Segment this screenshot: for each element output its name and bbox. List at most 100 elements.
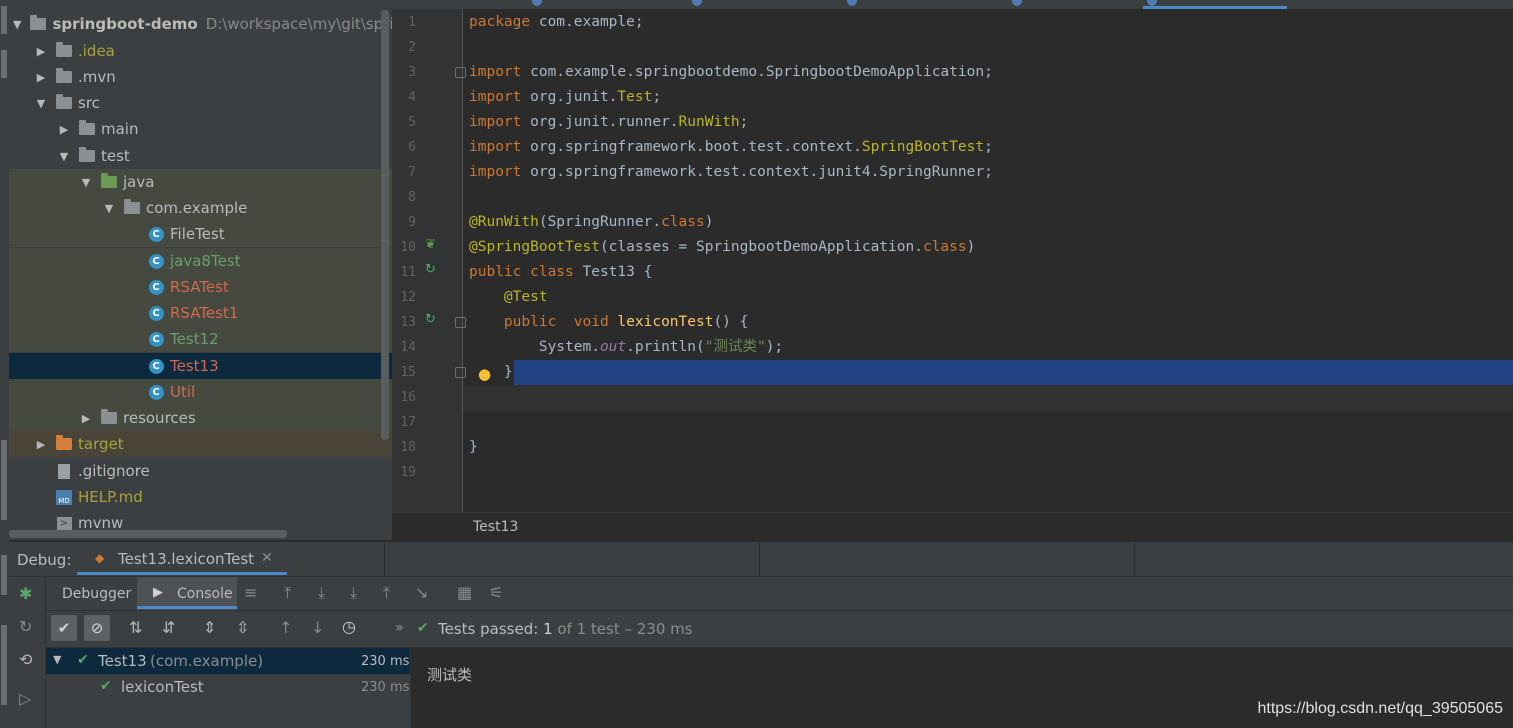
structure-side-button[interactable] [1, 625, 7, 705]
token: ; [984, 139, 993, 155]
chevron-down-icon[interactable]: ▼ [13, 18, 21, 31]
structure-tool-button[interactable] [1, 50, 7, 78]
tree-item-test[interactable]: ▼ test [9, 143, 392, 169]
token: "测试类" [704, 339, 766, 355]
settings-icon[interactable]: ⚟ [489, 583, 503, 602]
code-line-14: System.out.println("测试类"); [469, 335, 783, 360]
close-icon[interactable]: ✕ [261, 550, 273, 566]
step-out-icon[interactable]: ⤒ [383, 583, 390, 603]
run-test-icon[interactable]: ↻ [425, 312, 436, 327]
token: ) [966, 239, 976, 255]
line-number: 13 [400, 315, 416, 330]
tree-item-test12[interactable]: C Test12 [9, 326, 392, 352]
token: class [922, 239, 967, 255]
tree-item-mvn[interactable]: ▶ .mvn [9, 64, 392, 90]
token: RunWith [678, 114, 740, 130]
check-icon: ✔ [417, 620, 429, 636]
token: import [469, 114, 522, 130]
project-tool-button[interactable] [1, 6, 7, 34]
table-row[interactable]: ✔ lexiconTest 230 ms [46, 674, 410, 700]
folder-icon [78, 120, 96, 137]
chevron-down-icon[interactable]: ▼ [58, 150, 70, 163]
tab-icon[interactable] [692, 0, 702, 6]
tab-icon[interactable] [847, 0, 857, 6]
line-number: 15 [400, 365, 416, 380]
code-editor[interactable]: 1 2 3 4 5 6 7 8 9 10 11 12 13 14 15 16 1… [392, 9, 1513, 512]
tree-horizontal-scrollbar[interactable] [9, 530, 287, 538]
more-icon[interactable]: » [395, 620, 404, 636]
step-into-icon[interactable]: ⤓ [350, 583, 357, 603]
tab-console[interactable]: Console [177, 586, 233, 602]
tab-icon[interactable] [532, 0, 542, 6]
editor-gutter[interactable]: 1 2 3 4 5 6 7 8 9 10 11 12 13 14 15 16 1… [392, 9, 466, 512]
tab-icon[interactable] [1012, 0, 1022, 6]
table-row[interactable]: ▼ ✔ Test13 (com.example) 230 ms [46, 648, 410, 674]
show-execution-point-icon[interactable]: ⤒ [284, 583, 291, 603]
tree-item-rsatest1[interactable]: C RSATest1 [9, 300, 392, 326]
fold-toggle-icon[interactable] [455, 367, 466, 378]
collapse-all-icon[interactable]: ⇳ [236, 618, 249, 637]
chevron-down-icon[interactable]: ▼ [53, 653, 61, 666]
token: (SpringRunner. [538, 214, 662, 230]
chevron-down-icon[interactable]: ▼ [35, 97, 47, 110]
chevron-right-icon[interactable]: ▶ [58, 123, 70, 136]
folder-icon [55, 68, 73, 85]
run-test-icon[interactable]: ↻ [425, 262, 436, 277]
tree-item-label: src [78, 94, 100, 112]
tree-item-util[interactable]: C Util [9, 379, 392, 405]
tree-item-test13[interactable]: C Test13 [9, 353, 392, 379]
chevron-right-icon[interactable]: ▶ [80, 412, 92, 425]
clock-icon[interactable]: ◷ [342, 617, 356, 636]
previous-failed-icon[interactable]: ↑ [279, 618, 292, 637]
tree-item-package[interactable]: ▼ com.example [9, 195, 392, 221]
tree-item-filetest[interactable]: C FileTest [9, 221, 392, 247]
tab-debugger[interactable]: Debugger [62, 586, 131, 602]
token: Test13 { [573, 264, 653, 280]
fold-toggle-icon[interactable] [455, 67, 466, 78]
tree-item-java8test[interactable]: C java8Test [9, 248, 392, 274]
tree-item-rsatest[interactable]: C RSATest [9, 274, 392, 300]
sort-alpha-icon[interactable]: ⇅ [129, 618, 142, 637]
chevron-right-icon[interactable]: ▶ [35, 71, 47, 84]
show-ignored-toggle[interactable]: ⊘ [84, 615, 110, 641]
tree-item-help-md[interactable]: MD HELP.md [9, 484, 392, 510]
tree-item-main[interactable]: ▶ main [9, 116, 392, 142]
run-to-cursor-icon[interactable]: ↘ [415, 583, 428, 602]
rerun-icon[interactable]: ↻ [19, 617, 32, 636]
debug-config-icon: ◆ [95, 551, 105, 565]
bug-icon[interactable]: ✱ [19, 584, 32, 603]
tree-item-gitignore[interactable]: .gitignore [9, 458, 392, 484]
breadcrumb-item[interactable]: Test13 [473, 519, 518, 535]
favorites-tool-button[interactable] [1, 440, 7, 520]
spring-leaf-icon[interactable]: ❦ [425, 237, 436, 252]
java-class-icon: C [147, 279, 165, 295]
tree-item-src[interactable]: ▼ src [9, 90, 392, 116]
chevron-right-icon[interactable]: ▶ [35, 45, 47, 58]
fold-toggle-icon[interactable] [455, 317, 466, 328]
menu-icon[interactable]: ≡ [244, 583, 257, 602]
step-over-icon[interactable]: ⤓ [318, 583, 325, 603]
next-failed-icon[interactable]: ↓ [311, 618, 324, 637]
token: System. [538, 339, 600, 355]
tree-item-target[interactable]: ▶ target [9, 431, 392, 457]
tree-root[interactable]: ▼ springboot-demo D:\workspace\my\git\sp… [9, 11, 392, 37]
tree-item-resources[interactable]: ▶ resources [9, 405, 392, 431]
tree-vertical-scrollbar[interactable] [381, 10, 389, 440]
debug-session-tab[interactable]: Test13.lexiconTest [118, 550, 254, 568]
restore-layout-icon[interactable]: ⟲ [19, 650, 32, 669]
resume-icon[interactable]: ▷ [19, 689, 31, 708]
chevron-down-icon[interactable]: ▼ [80, 176, 92, 189]
chevron-right-icon[interactable]: ▶ [35, 438, 47, 451]
tree-item-label: java8Test [170, 252, 241, 270]
test-results-toolbar [9, 611, 1513, 648]
tree-item-idea[interactable]: ▶ .idea [9, 38, 392, 64]
result-time: 230 ms [361, 680, 410, 695]
expand-all-icon[interactable]: ⇕ [203, 618, 216, 637]
web-tool-button[interactable] [1, 555, 7, 595]
chevron-down-icon[interactable]: ▼ [103, 202, 115, 215]
debug-title: Debug: [17, 551, 72, 569]
show-passed-toggle[interactable]: ✔ [51, 615, 77, 641]
tree-item-java[interactable]: ▼ java [9, 169, 392, 195]
sort-duration-icon[interactable]: ⇵ [162, 618, 175, 637]
table-icon[interactable]: ▦ [457, 583, 472, 602]
